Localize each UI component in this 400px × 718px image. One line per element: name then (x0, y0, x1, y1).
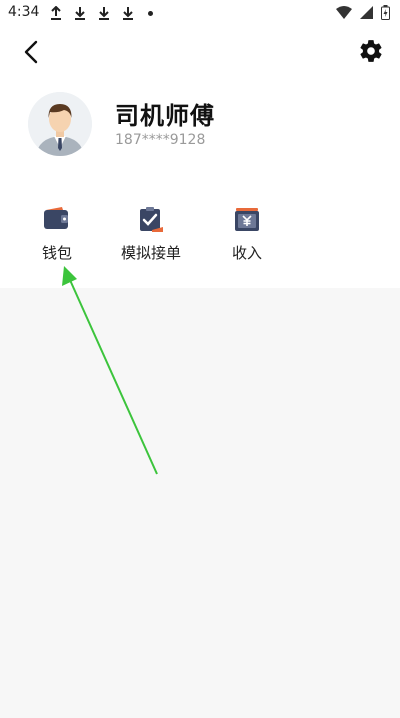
clipboard-check-icon (136, 206, 166, 234)
back-button[interactable] (18, 38, 46, 66)
profile-name: 司机师傅 (115, 102, 215, 130)
wallet-label: 钱包 (41, 244, 72, 262)
signal-icon (360, 6, 373, 19)
download-icon (75, 7, 85, 20)
avatar[interactable] (28, 92, 92, 156)
chevron-left-icon (24, 40, 38, 64)
income-button[interactable]: 收入 (202, 206, 292, 263)
gear-icon (360, 40, 382, 62)
simulate-order-button[interactable]: 模拟接单 (106, 206, 196, 263)
simulate-order-label: 模拟接单 (120, 244, 181, 262)
wallet-button[interactable]: 钱包 (12, 206, 102, 263)
download-icon (123, 7, 133, 20)
system-icons (336, 5, 390, 20)
status-bar: 4:34 (0, 0, 400, 28)
more-notifications-icon (148, 10, 153, 16)
driver-avatar-icon (28, 92, 92, 156)
settings-button[interactable] (358, 38, 384, 64)
yuan-box-icon (232, 206, 262, 234)
wifi-icon (336, 6, 352, 19)
battery-icon (381, 5, 390, 20)
download-icon (99, 7, 109, 20)
status-time: 4:34 (8, 4, 40, 20)
income-label: 收入 (231, 244, 262, 262)
upload-icon (51, 6, 61, 20)
wallet-icon (42, 206, 72, 234)
notification-icons (50, 6, 153, 20)
profile-phone: 187****9128 (115, 132, 206, 148)
